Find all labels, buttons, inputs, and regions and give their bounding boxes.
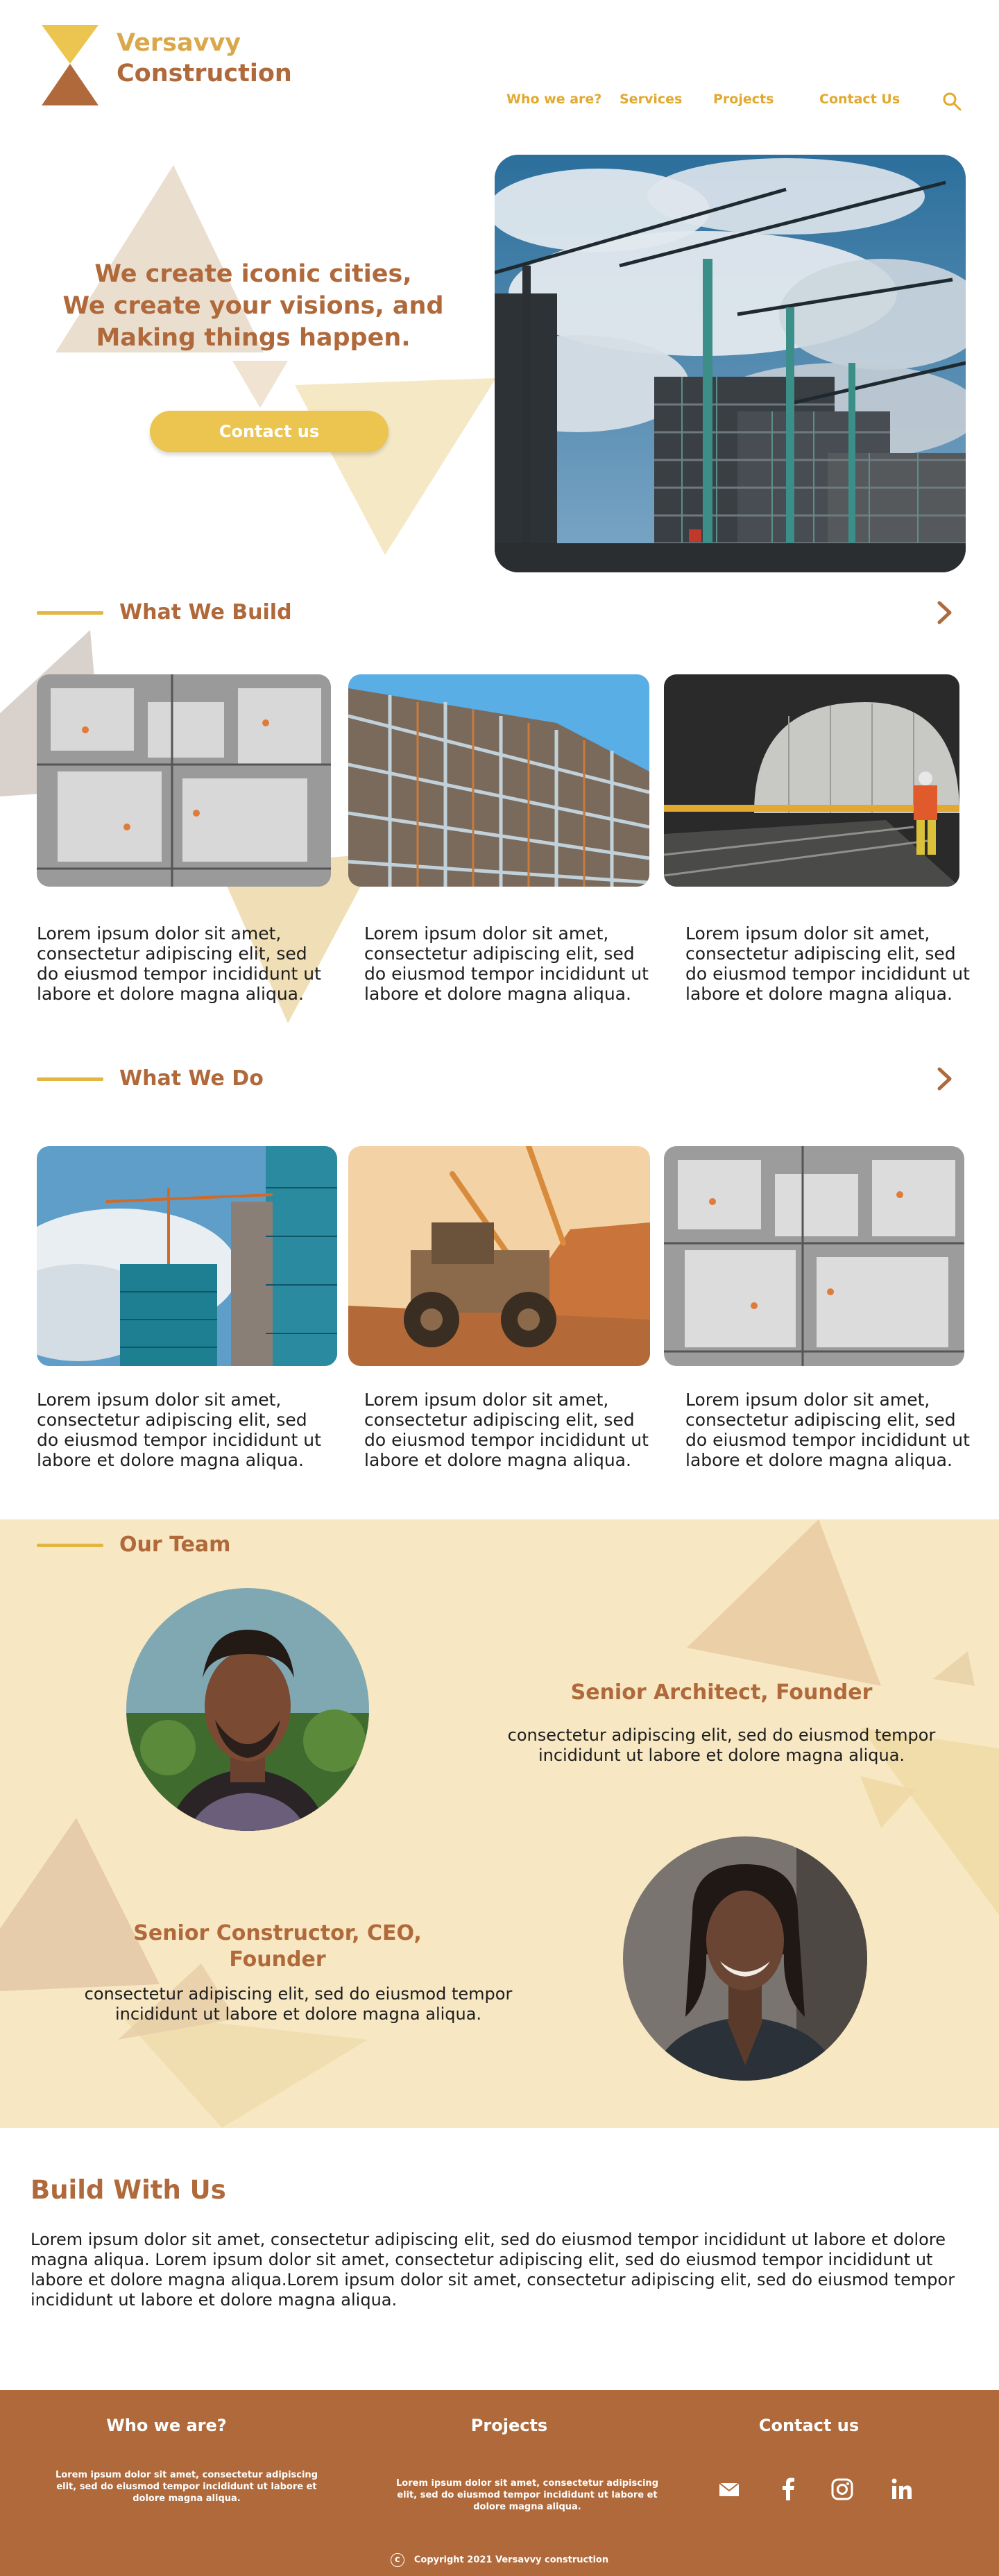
- do-card-text-3: Lorem ipsum dolor sit amet, consectetur …: [685, 1390, 970, 1470]
- brand-line-2: Construction: [117, 60, 292, 87]
- footer-title-contact-us[interactable]: Contact us: [691, 2416, 927, 2435]
- hero-headline: We create iconic cities, We create your …: [56, 258, 451, 354]
- section-title: Our Team: [119, 1533, 231, 1557]
- build-card-text-1: Lorem ipsum dolor sit amet, consectetur …: [37, 923, 321, 1004]
- copyright-symbol: c: [390, 2553, 404, 2567]
- decor-triangle-team-4: [860, 1776, 916, 1828]
- build-card-image-tunnel[interactable]: [664, 674, 959, 887]
- brand-line-1: Versavvy: [117, 29, 241, 57]
- what-we-build-header: What We Build: [37, 599, 966, 626]
- nav-who-we-are[interactable]: Who we are?: [506, 92, 601, 107]
- hero-image-cranes: [495, 155, 966, 572]
- hero-line-3: Making things happen.: [96, 324, 411, 352]
- what-we-do-header: What We Do: [37, 1065, 966, 1093]
- nav-projects[interactable]: Projects: [713, 92, 774, 107]
- team-desc-architect: consectetur adipiscing elit, sed do eius…: [507, 1725, 936, 1765]
- team-avatar-architect: [126, 1588, 369, 1831]
- section-accent-line: [37, 611, 103, 615]
- build-card-image-site-aerial[interactable]: [37, 674, 331, 887]
- section-accent-line: [37, 1544, 103, 1547]
- footer-text-who-we-are: Lorem ipsum dolor sit amet, consectetur …: [56, 2470, 318, 2504]
- mail-icon[interactable]: [717, 2477, 741, 2501]
- nav-services[interactable]: Services: [620, 92, 682, 107]
- team-section: [0, 1519, 999, 2128]
- facebook-icon[interactable]: [777, 2477, 801, 2501]
- team-desc-ceo: consectetur adipiscing elit, sed do eius…: [84, 1984, 513, 2024]
- team-avatar-ceo: [623, 1836, 867, 2081]
- page: Versavvy Construction Who we are? Servic…: [0, 0, 999, 2576]
- do-card-image-loader[interactable]: [348, 1146, 650, 1366]
- build-card-image-frame-building[interactable]: [348, 674, 649, 887]
- our-team-header: Our Team: [37, 1531, 966, 1559]
- build-card-text-2: Lorem ipsum dolor sit amet, consectetur …: [364, 923, 649, 1004]
- footer-title-who-we-are[interactable]: Who we are?: [49, 2416, 284, 2435]
- build-with-us-text: Lorem ipsum dolor sit amet, consectetur …: [31, 2230, 955, 2310]
- decor-triangle-hero-gold: [295, 378, 496, 555]
- team-role-ceo: Senior Constructor, CEO, Founder: [111, 1920, 444, 1973]
- do-card-image-site-aerial[interactable]: [664, 1146, 964, 1366]
- hero-line-2: We create your visions, and: [62, 292, 444, 320]
- team-role-architect: Senior Architect, Founder: [570, 1680, 873, 1705]
- section-title: What We Build: [119, 600, 292, 624]
- footer: Who we are? Lorem ipsum dolor sit amet, …: [0, 2390, 999, 2576]
- do-card-text-2: Lorem ipsum dolor sit amet, consectetur …: [364, 1390, 649, 1470]
- copyright: c Copyright 2021 Versavvy construction: [0, 2553, 999, 2567]
- hero-line-1: We create iconic cities,: [94, 260, 412, 288]
- linkedin-icon[interactable]: [890, 2477, 914, 2501]
- build-with-us-title: Build With Us: [31, 2175, 226, 2205]
- nav-contact-us[interactable]: Contact Us: [819, 92, 900, 107]
- section-title: What We Do: [119, 1066, 264, 1091]
- search-icon[interactable]: [942, 92, 962, 111]
- do-card-text-1: Lorem ipsum dolor sit amet, consectetur …: [37, 1390, 321, 1470]
- contact-us-button[interactable]: Contact us: [150, 411, 388, 452]
- decor-triangle-team-2: [933, 1651, 975, 1686]
- brand-name[interactable]: Versavvy Construction: [117, 28, 292, 89]
- chevron-right-icon[interactable]: [932, 1066, 957, 1091]
- main-nav: Who we are? Services Projects Contact Us: [0, 92, 999, 111]
- footer-text-projects: Lorem ipsum dolor sit amet, consectetur …: [396, 2478, 658, 2512]
- build-card-text-3: Lorem ipsum dolor sit amet, consectetur …: [685, 923, 970, 1004]
- footer-title-projects[interactable]: Projects: [391, 2416, 627, 2435]
- chevron-right-icon[interactable]: [932, 600, 957, 625]
- copyright-text: Copyright 2021 Versavvy construction: [413, 2554, 609, 2566]
- team-role-ceo-line-2: Founder: [229, 1947, 326, 1972]
- section-accent-line: [37, 1077, 103, 1081]
- decor-triangle-hero-small: [232, 361, 288, 408]
- instagram-icon[interactable]: [830, 2477, 854, 2501]
- team-role-ceo-line-1: Senior Constructor, CEO,: [133, 1921, 422, 1945]
- do-card-image-glass-tower[interactable]: [37, 1146, 337, 1366]
